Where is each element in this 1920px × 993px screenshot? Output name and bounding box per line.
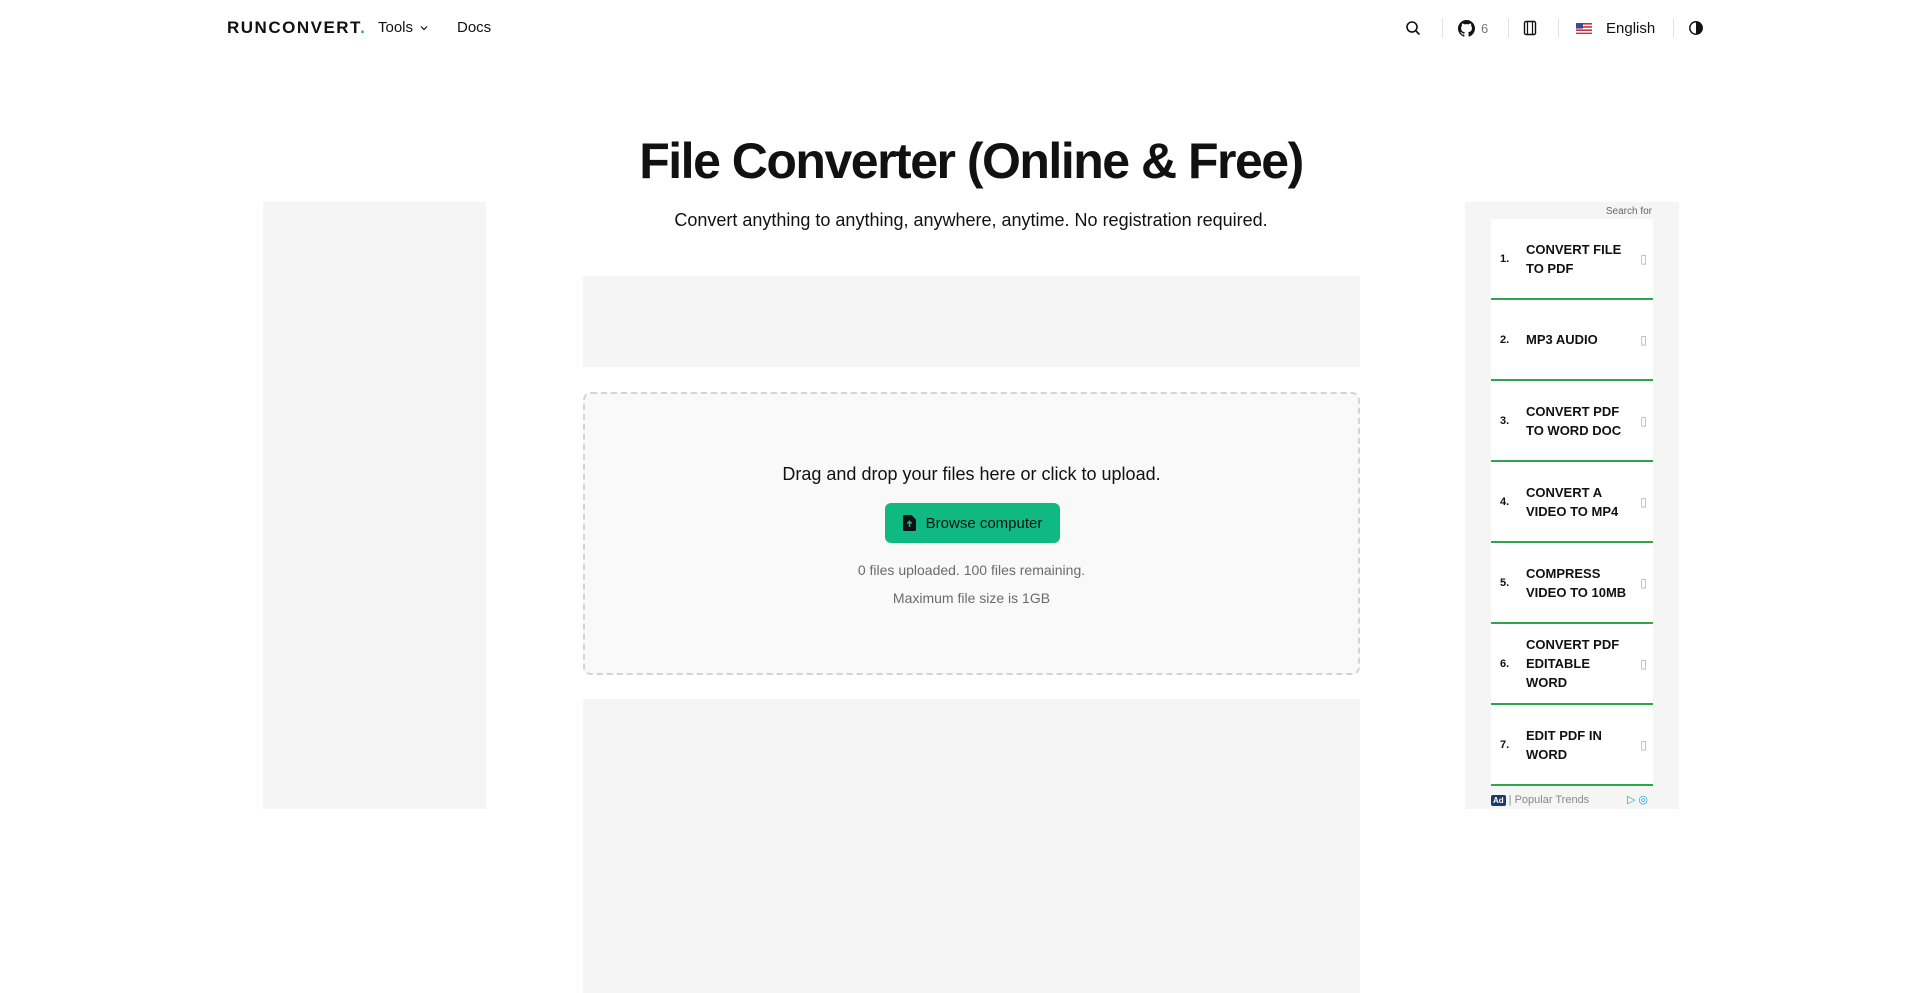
language-selector[interactable]: English [1576,16,1655,40]
search-button[interactable] [1405,16,1421,40]
page-title: File Converter (Online & Free) [639,133,1304,189]
browse-computer-label: Browse computer [925,514,1043,532]
browse-computer-button[interactable]: Browse computer [885,503,1060,543]
ad-item-label: MP3 AUDIO [1526,332,1598,347]
ad-item-number: 2. [1500,333,1510,346]
max-file-size: Maximum file size is 1GB [892,590,1051,606]
ad-link-item[interactable]: 7. EDIT PDF IN WORD ▯ [1491,705,1653,786]
divider [1558,18,1559,38]
language-label: English [1606,19,1656,37]
chevron-right-icon: ▯ [1640,413,1647,428]
divider [1673,18,1674,38]
ad-link-item[interactable]: 3. CONVERT PDF TO WORD DOC ▯ [1491,381,1653,462]
ad-badge: Ad [1491,794,1506,806]
sidebar-toggle-button[interactable] [1522,16,1538,40]
ad-item-number: 6. [1500,657,1510,670]
github-star-count: 6 [1481,20,1489,36]
ad-placeholder-left [263,202,486,809]
ad-link-item[interactable]: 6. CONVERT PDF EDITABLE WORD ▯ [1491,624,1653,705]
ad-placeholder-top [583,276,1360,367]
file-upload-icon [902,515,916,531]
ad-link-item[interactable]: 2. MP3 AUDIO ▯ [1491,300,1653,381]
github-icon [1458,19,1475,37]
us-flag-icon [1576,22,1592,34]
ad-link-item[interactable]: 4. CONVERT A VIDEO TO MP4 ▯ [1491,462,1653,543]
nav-tools-menu[interactable]: Tools [378,19,429,36]
ad-placeholder-bottom [583,699,1360,993]
ad-item-number: 4. [1500,495,1510,508]
nav-docs-link[interactable]: Docs [457,19,491,36]
divider [1508,18,1509,38]
site-header: RUNCONVERT. Tools Docs 6 English [0,0,1920,56]
ad-item-number: 7. [1500,738,1510,751]
theme-toggle-button[interactable] [1688,16,1704,40]
ad-sidebar-right: Search for 1. CONVERT FILE TO PDF ▯ 2. M… [1465,202,1679,809]
chevron-down-icon [420,25,428,30]
logo[interactable]: RUNCONVERT. [227,18,366,38]
divider [1442,18,1443,38]
ad-link-item[interactable]: 1. CONVERT FILE TO PDF ▯ [1491,219,1653,300]
ad-footer: Ad | Popular Trends ▷◎ [1491,791,1653,809]
upload-dropzone[interactable]: Drag and drop your files here or click t… [583,392,1360,675]
nav-tools-label: Tools [378,19,414,36]
chevron-right-icon: ▯ [1640,251,1647,266]
drop-instructions: Drag and drop your files here or click t… [782,464,1161,484]
ad-item-label: CONVERT PDF EDITABLE WORD [1526,637,1620,690]
chevron-right-icon: ▯ [1640,656,1647,671]
ad-item-number: 3. [1500,414,1510,427]
sidebar-toggle-icon [1523,20,1537,36]
ad-footer-label: | Popular Trends [1508,794,1590,806]
ad-item-label: EDIT PDF IN WORD [1526,727,1602,762]
ad-item-label: CONVERT PDF TO WORD DOC [1526,403,1622,438]
ad-item-label: COMPRESS VIDEO TO 10MB [1526,565,1627,600]
ad-item-label: CONVERT A VIDEO TO MP4 [1526,484,1619,519]
ad-item-label: CONVERT FILE TO PDF [1526,241,1622,276]
search-icon [1406,21,1421,36]
theme-toggle-icon [1689,21,1703,35]
github-link[interactable]: 6 [1458,16,1488,40]
chevron-right-icon: ▯ [1640,575,1647,590]
ad-link-item[interactable]: 5. COMPRESS VIDEO TO 10MB ▯ [1491,543,1653,624]
chevron-right-icon: ▯ [1640,494,1647,509]
ad-item-number: 1. [1500,252,1510,265]
ad-item-number: 5. [1500,576,1510,589]
chevron-right-icon: ▯ [1640,332,1647,347]
ad-link-list: 1. CONVERT FILE TO PDF ▯ 2. MP3 AUDIO ▯ … [1491,219,1653,786]
chevron-right-icon: ▯ [1640,737,1647,752]
files-status: 0 files uploaded. 100 files remaining. [857,562,1086,578]
ad-search-for: Search for [1605,206,1652,217]
adchoices-icon[interactable]: ▷◎ [1627,793,1651,806]
